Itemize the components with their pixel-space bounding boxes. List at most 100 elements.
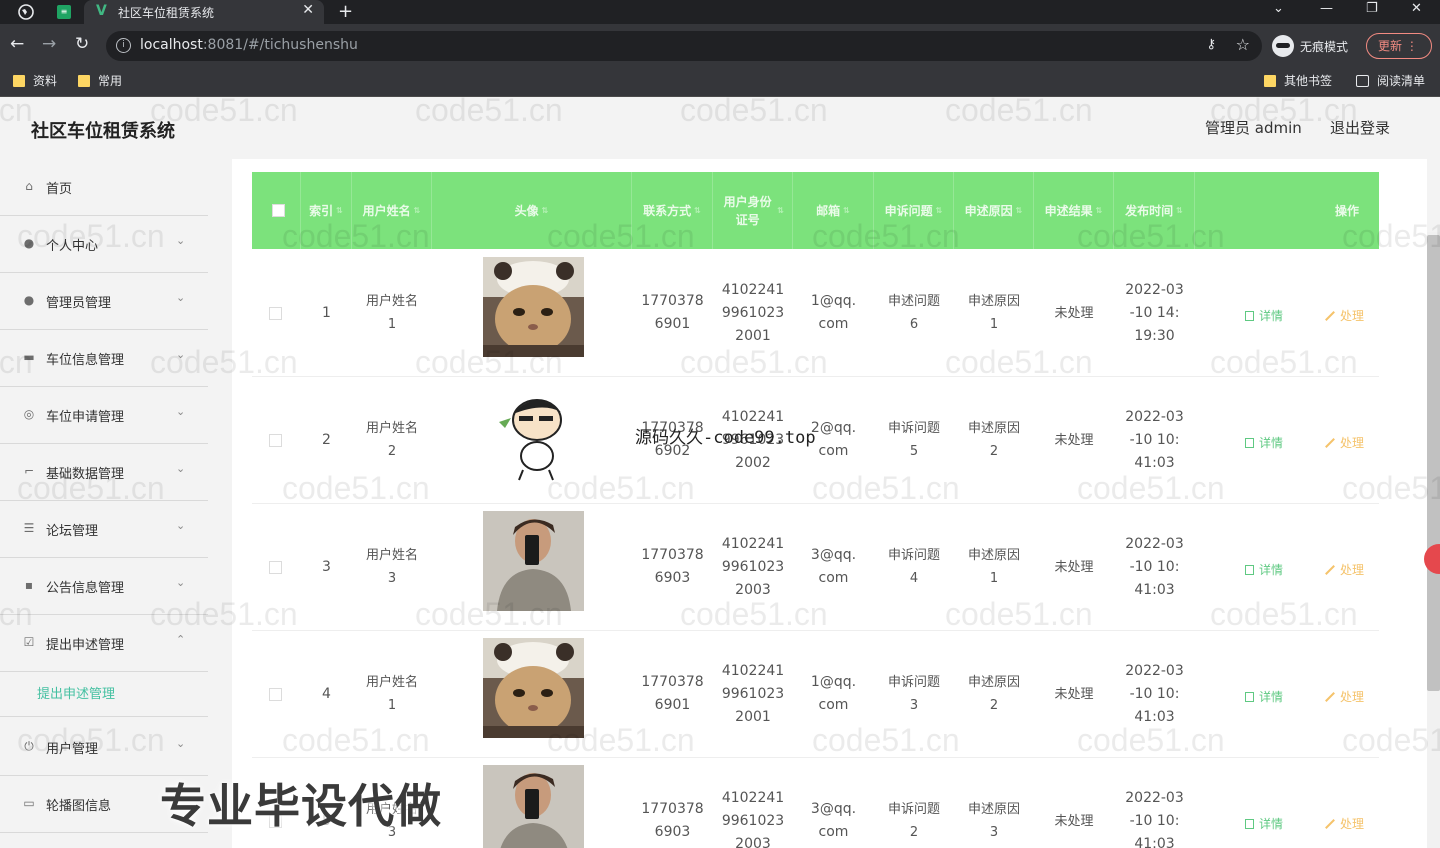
cell-reason: 申述原因 2 (967, 421, 1020, 459)
site-info-icon[interactable]: i (116, 38, 131, 53)
row-checkbox[interactable] (269, 561, 282, 574)
cell-index: 3 (322, 558, 331, 575)
app-title: 社区车位租赁系统 (31, 121, 175, 142)
chevron-down-icon: ⌄ (176, 737, 186, 750)
col-time[interactable]: 发布时间 ⇅ (1114, 172, 1195, 249)
handle-button[interactable]: 处理 (1325, 307, 1364, 324)
col-issue[interactable]: 申诉问题 ⇅ (874, 172, 954, 249)
cell-issue: 申诉问题 2 (887, 802, 940, 840)
cell-email: 1@qq. com (810, 674, 857, 713)
folder-icon (13, 74, 25, 87)
cell-idcard: 4102241 9961023 2001 (721, 281, 785, 344)
cell-result: 未处理 (1054, 432, 1094, 448)
cell-idcard: 4102241 9961023 2003 (721, 789, 785, 848)
scrollbar-thumb[interactable] (1427, 235, 1440, 691)
bookmark-folder[interactable]: 资料 (13, 72, 57, 89)
cell-reason: 申述原因 1 (967, 294, 1020, 332)
handle-button[interactable]: 处理 (1325, 815, 1364, 832)
cell-idcard: 4102241 9961023 2003 (721, 535, 785, 598)
back-icon[interactable]: ← (10, 34, 24, 54)
sidebar-item-admin[interactable]: ● 管理员管理 ⌄ (0, 273, 208, 330)
cell-name: 用户姓名 3 (365, 548, 418, 586)
reload-icon[interactable]: ↻ (75, 34, 89, 54)
detail-button[interactable]: 详情 (1245, 561, 1283, 578)
col-result[interactable]: 申述结果 ⇅ (1034, 172, 1114, 249)
url-bar[interactable]: i localhost:8081/#/tichushenshu ⚷ ☆ (106, 31, 1262, 61)
key-icon[interactable]: ⚷ (1206, 37, 1216, 52)
logout-link[interactable]: 退出登录 (1330, 117, 1390, 138)
cell-email: 3@qq. com (810, 547, 857, 586)
forward-icon[interactable]: → (42, 34, 56, 54)
document-icon: ▬ (23, 350, 35, 364)
col-avatar[interactable]: 头像 ⇅ (432, 172, 632, 249)
reading-list[interactable]: 阅读清单 (1356, 72, 1425, 89)
restore-icon[interactable]: ❐ (1366, 1, 1378, 16)
sidebar-item-users[interactable]: ⏻ 用户管理 ⌄ (0, 719, 208, 776)
globe-icon[interactable] (17, 3, 35, 21)
handle-button[interactable]: 处理 (1325, 561, 1364, 578)
cell-time: 2022-03 -10 14: 19:30 (1125, 281, 1184, 344)
sheet-tab-icon[interactable]: ≡ (55, 3, 73, 21)
sidebar-item-basic-data[interactable]: ⌐ 基础数据管理 ⌄ (0, 444, 208, 501)
detail-button[interactable]: 详情 (1245, 307, 1283, 324)
table-row: 3 用户姓名 3 1770378 6903 4102241 9961023 2003 3@qq.… (252, 504, 1379, 631)
pencil-icon (1325, 819, 1335, 829)
sidebar-item-parking-info[interactable]: ▬ 车位信息管理 ⌄ (0, 330, 208, 387)
document-icon (1245, 310, 1254, 321)
avatar-image (483, 765, 584, 848)
cell-reason: 申述原因 2 (967, 675, 1020, 713)
tab-close-icon[interactable]: ✕ (302, 2, 314, 18)
sidebar-item-profile[interactable]: ● 个人中心 ⌄ (0, 216, 208, 273)
sidebar-item-complaint[interactable]: ☑ 提出申述管理 ⌃ (0, 615, 208, 672)
col-email[interactable]: 邮箱 ⇅ (793, 172, 874, 249)
cell-time: 2022-03 -10 10: 41:03 (1125, 662, 1184, 725)
detail-button[interactable]: 详情 (1245, 815, 1283, 832)
avatar-image (483, 384, 584, 484)
sidebar-item-parking-apply[interactable]: ◎ 车位申请管理 ⌄ (0, 387, 208, 444)
sidebar-item-home[interactable]: ⌂ 首页 (0, 159, 208, 216)
update-button[interactable]: 更新 ⋮ (1366, 33, 1432, 59)
tab-title: 社区车位租赁系统 (118, 6, 215, 20)
bookmark-folder[interactable]: 常用 (78, 72, 122, 89)
detail-button[interactable]: 详情 (1245, 688, 1283, 705)
address-toolbar: ← → ↻ i localhost:8081/#/tichushenshu ⚷ … (0, 24, 1440, 68)
site-watermark-text: 源码久久-code99.top (635, 428, 816, 448)
bookmark-star-icon[interactable]: ☆ (1236, 35, 1250, 54)
new-tab-icon[interactable]: + (338, 1, 353, 22)
browser-tab-bar: ≡ V 社区车位租赁系统 ✕ + ⌄ — ❐ ✕ (0, 0, 1440, 24)
cell-index: 1 (322, 304, 331, 321)
col-idcard[interactable]: 用户身份证号 ⇅ (713, 172, 793, 249)
table-row: 4 用户姓名 1 1770378 6901 4102241 9961023 2001 1@qq.… (252, 631, 1379, 758)
url-text[interactable]: localhost:8081/#/tichushenshu (140, 37, 358, 53)
cell-phone: 1770378 6903 (641, 801, 704, 840)
cell-index: 4 (322, 685, 331, 702)
select-all-checkbox[interactable] (272, 204, 285, 217)
row-checkbox[interactable] (269, 688, 282, 701)
col-name[interactable]: 用户姓名 ⇅ (352, 172, 432, 249)
active-tab[interactable]: V 社区车位租赁系统 ✕ (84, 0, 324, 24)
sidebar-item-notice[interactable]: ▪ 公告信息管理 ⌄ (0, 558, 208, 615)
app-header: 社区车位租赁系统 管理员 admin 退出登录 (0, 97, 1440, 159)
col-index[interactable]: 索引 ⇅ (301, 172, 352, 249)
handle-button[interactable]: 处理 (1325, 688, 1364, 705)
minimize-icon[interactable]: — (1320, 1, 1333, 16)
avatar-image (483, 511, 584, 611)
folder-icon (1264, 74, 1276, 87)
submenu-complaint[interactable]: 提出申述管理 (0, 667, 208, 717)
cell-issue: 申诉问题 4 (887, 548, 940, 586)
tab-search-icon[interactable]: ⌄ (1273, 1, 1284, 16)
col-phone[interactable]: 联系方式 ⇅ (632, 172, 713, 249)
other-bookmarks[interactable]: 其他书签 (1264, 72, 1332, 89)
cell-index: 2 (322, 431, 331, 448)
row-checkbox[interactable] (269, 307, 282, 320)
detail-button[interactable]: 详情 (1245, 434, 1283, 451)
handle-button[interactable]: 处理 (1325, 434, 1364, 451)
incognito-badge[interactable]: 无痕模式 (1272, 32, 1348, 60)
promo-watermark-text: 专业毕设代做 (160, 779, 442, 833)
cell-phone: 1770378 6903 (641, 547, 704, 586)
close-window-icon[interactable]: ✕ (1411, 1, 1422, 16)
power-icon: ⏻ (24, 739, 34, 753)
row-checkbox[interactable] (269, 434, 282, 447)
sidebar-item-forum[interactable]: ☰ 论坛管理 ⌄ (0, 501, 208, 558)
col-reason[interactable]: 申述原因 ⇅ (954, 172, 1034, 249)
